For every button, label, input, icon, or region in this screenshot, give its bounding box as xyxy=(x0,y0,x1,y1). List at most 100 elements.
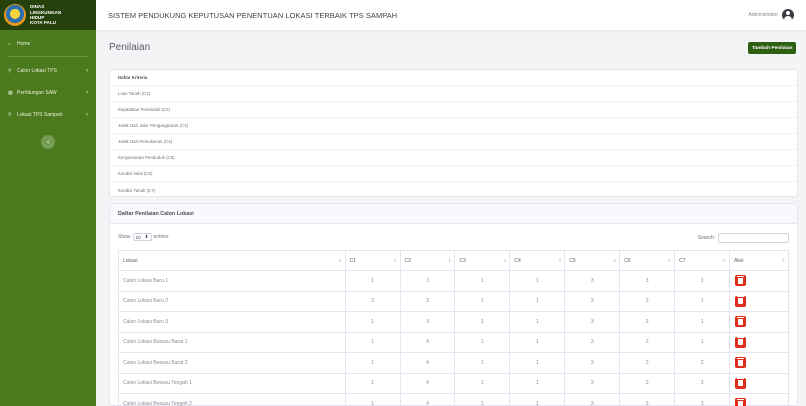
user-menu[interactable]: Administrator xyxy=(749,9,794,21)
trash-icon xyxy=(737,296,745,305)
criteria-item: Kondisi lokal (C6) xyxy=(110,166,797,182)
cell-c1: 3 xyxy=(344,290,401,312)
column-header-c4[interactable]: C4 ⇅ xyxy=(509,250,566,271)
criteria-item: Jarak Dari Pemukiman (C4) xyxy=(110,134,797,150)
delete-button[interactable] xyxy=(735,275,747,287)
cell-c6: 3 xyxy=(619,290,676,312)
criteria-item: Kepadatan Penduduk (C2) xyxy=(110,102,797,118)
cell-c2: 3 xyxy=(399,270,456,292)
entries-label: entries xyxy=(153,234,169,240)
user-name: Administrator xyxy=(748,12,778,18)
sort-icon: ⇅ xyxy=(338,258,342,263)
sidebar-item-calon-lokasi[interactable]: ⚲ Calon Lokasi TPS › xyxy=(0,63,96,79)
chevron-right-icon: › xyxy=(86,68,88,74)
cell-c7: 3 xyxy=(674,372,731,394)
cell-lokasi: Calon Lokasi Baru 2 xyxy=(118,290,346,312)
assessment-table: Lokasi ⇅ C1 ⇅ C2 ⇅ C3 ⇅ C4 ⇅ C5 ⇅ C6 ⇅ C7 ⇅ Aksi… xyxy=(118,250,789,406)
cell-lokasi: Calon Lokasi Baru 1 xyxy=(118,270,346,292)
sidebar-toggle-button[interactable]: ‹ xyxy=(41,135,55,149)
cell-c5: 3 xyxy=(564,290,621,312)
cell-c6: 3 xyxy=(619,270,676,292)
cell-c3: 1 xyxy=(454,311,511,333)
cell-c4: 1 xyxy=(509,331,566,353)
chevron-right-icon: › xyxy=(86,90,88,96)
cell-c1: 1 xyxy=(344,331,401,353)
calculator-icon: ▦ xyxy=(8,90,13,96)
delete-button[interactable] xyxy=(735,295,747,307)
cell-c6: 3 xyxy=(619,393,676,406)
add-assessment-button[interactable]: Tambah Penilaian xyxy=(748,42,797,54)
cell-c2: 4 xyxy=(399,372,456,394)
cell-c5: 3 xyxy=(564,311,621,333)
cell-c6: 3 xyxy=(619,311,676,333)
column-header-c6[interactable]: C6 ⇅ xyxy=(619,250,676,271)
trash-icon xyxy=(737,378,745,387)
sidebar-item-lokasi-tps[interactable]: ⚲ Lokasi TPS Sampah › xyxy=(0,107,96,123)
sidebar-item-perhitungan-saw[interactable]: ▦ Perhitungan SAW › xyxy=(0,85,96,101)
cell-c1: 1 xyxy=(344,270,401,292)
cell-c4: 1 xyxy=(509,372,566,394)
column-header-aksi[interactable]: Aksi ⇅ xyxy=(729,250,789,271)
column-header-c7[interactable]: C7 ⇅ xyxy=(674,250,731,271)
table-row: Calon Lokasi Besusu Barat 1 1 4 1 1 3 3 … xyxy=(118,331,789,353)
trash-icon xyxy=(737,275,745,284)
trash-icon xyxy=(737,337,745,346)
cell-c5: 3 xyxy=(564,372,621,394)
criteria-item: Kenyamanan Penduduk (C5) xyxy=(110,150,797,166)
delete-button[interactable] xyxy=(735,377,747,389)
delete-button[interactable] xyxy=(735,398,747,406)
sidebar-divider xyxy=(8,56,88,57)
cell-c5: 3 xyxy=(564,331,621,353)
home-icon: ⌂ xyxy=(8,41,12,47)
sort-icon: ⇅ xyxy=(557,258,562,263)
entries-value: 10 xyxy=(135,234,141,240)
search-label: Search: xyxy=(697,235,715,241)
cell-c2: 3 xyxy=(399,290,456,312)
cell-c6: 3 xyxy=(619,331,676,353)
table-controls: Show 10 ⬍ entries Search: xyxy=(110,224,797,248)
sidebar-item-home[interactable]: ⌂ Home xyxy=(0,36,96,52)
table-row: Calon Lokasi Baru 2 3 3 1 1 3 3 1 xyxy=(118,290,789,312)
delete-button[interactable] xyxy=(735,357,747,369)
cell-lokasi: Calon Lokasi Besusu Barat 1 xyxy=(118,331,346,353)
column-header-c2[interactable]: C2 ⇅ xyxy=(399,250,456,271)
assessment-table-card: Daftar Penilaian Calon Lokasi Show 10 ⬍ … xyxy=(109,203,798,406)
column-header-c1[interactable]: C1 ⇅ xyxy=(344,250,401,271)
sort-icon: ⇅ xyxy=(722,258,727,263)
criteria-heading: Daftar Kriteria xyxy=(110,70,797,86)
brand[interactable]: DINAS LINGKUNGAN HIDUP KOTA PALU xyxy=(0,0,96,30)
cell-c3: 1 xyxy=(454,393,511,406)
cell-c7: 1 xyxy=(674,311,731,333)
sort-icon: ⇅ xyxy=(612,258,617,263)
column-header-c3[interactable]: C3 ⇅ xyxy=(454,250,511,271)
table-row: Calon Lokasi Baru 3 1 3 1 1 3 3 1 xyxy=(118,311,789,333)
page-title: Penilaian xyxy=(109,42,151,53)
sort-icon: ⇅ xyxy=(448,258,452,263)
cell-c3: 1 xyxy=(454,352,511,374)
brand-text: DINAS LINGKUNGAN HIDUP KOTA PALU xyxy=(30,4,62,26)
search-input[interactable] xyxy=(718,233,789,243)
trash-icon xyxy=(737,316,745,325)
delete-button[interactable] xyxy=(735,316,747,328)
cell-c4: 1 xyxy=(509,393,566,406)
cell-c7: 3 xyxy=(674,270,731,292)
sidebar: DINAS LINGKUNGAN HIDUP KOTA PALU ⌂ Home … xyxy=(0,0,96,406)
sidebar-item-label: Home xyxy=(17,41,31,47)
cell-lokasi: Calon Lokasi Besusu Tengah 2 xyxy=(118,393,346,406)
chevron-right-icon: › xyxy=(86,112,88,118)
column-header-lokasi[interactable]: Lokasi ⇅ xyxy=(118,250,346,271)
cell-c3: 1 xyxy=(454,331,511,353)
cell-c3: 1 xyxy=(454,270,511,292)
criteria-card: Daftar Kriteria Luas Tanah (C1) Kepadata… xyxy=(109,69,798,197)
sidebar-item-label: Calon Lokasi TPS xyxy=(17,68,57,74)
cell-c4: 1 xyxy=(509,352,566,374)
column-header-c5[interactable]: C5 ⇅ xyxy=(564,250,621,271)
delete-button[interactable] xyxy=(735,336,747,348)
cell-c3: 1 xyxy=(454,372,511,394)
cell-c2: 4 xyxy=(399,352,456,374)
criteria-item: Kondisi Tanah (C7) xyxy=(118,187,156,193)
cell-c1: 1 xyxy=(344,352,401,374)
entries-select[interactable]: 10 ⬍ xyxy=(132,233,152,241)
criteria-item: Luas Tanah (C1) xyxy=(110,86,797,102)
cell-aksi xyxy=(729,311,789,333)
